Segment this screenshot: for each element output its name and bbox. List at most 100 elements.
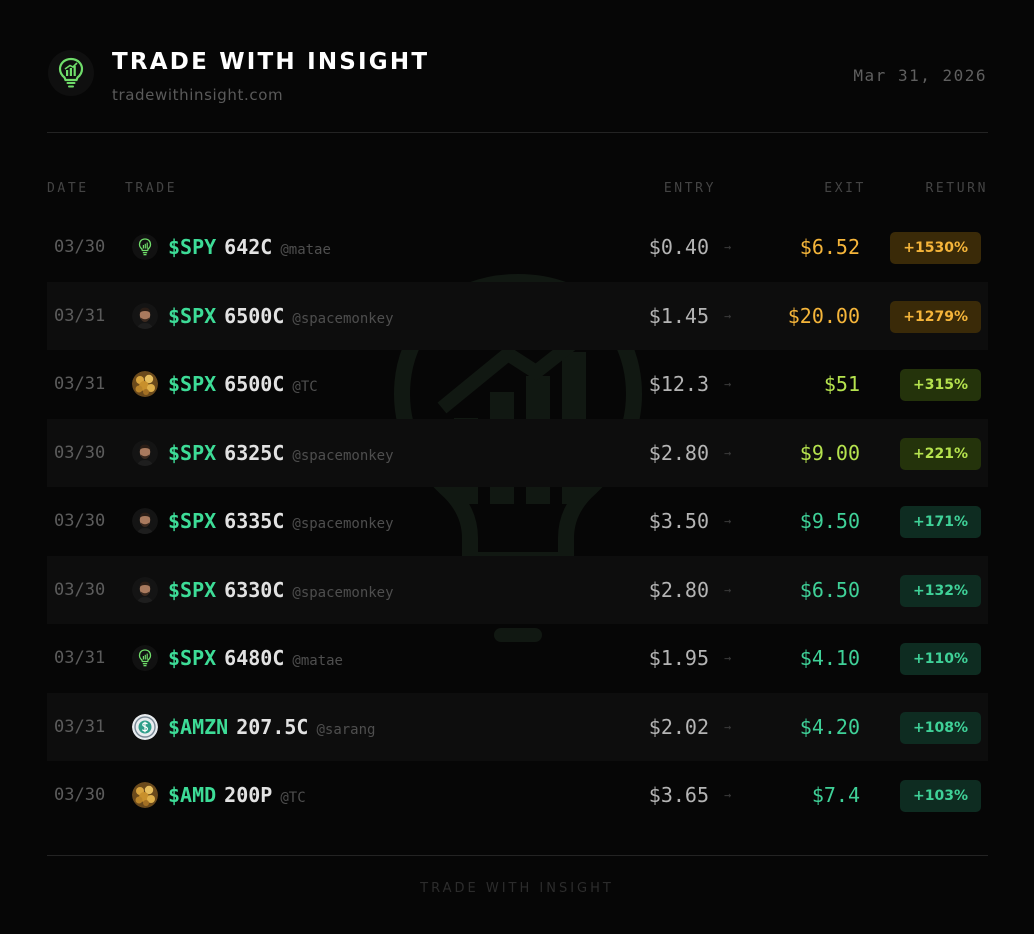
- return-badge: +103%: [900, 780, 981, 813]
- arrow-right-icon: →: [724, 582, 732, 597]
- brand-title: TRADE WITH INSIGHT: [112, 49, 430, 75]
- trader-handle[interactable]: @spacemonkey: [292, 516, 393, 532]
- trader-handle[interactable]: @matae: [292, 653, 343, 669]
- ticker-symbol: $SPX: [168, 577, 217, 602]
- trade-row[interactable]: 03/30 $SPX 6335C @spacemonkey $3.50 → $9.50 +17…: [47, 487, 988, 556]
- entry-price: $3.50: [648, 509, 709, 534]
- ticker-symbol: $SPX: [168, 303, 217, 328]
- ticker-symbol: $SPX: [168, 440, 217, 465]
- column-header-return: RETURN: [925, 181, 988, 196]
- arrow-right-icon: →: [724, 308, 732, 323]
- exit-price: $4.10: [799, 646, 860, 671]
- trade-description: $AMZN 207.5C @sarang: [168, 715, 375, 739]
- strike-contract: 6325C: [224, 440, 285, 465]
- trader-handle[interactable]: @TC: [292, 379, 317, 395]
- return-badge: +1530%: [890, 232, 981, 265]
- arrow-right-icon: →: [724, 377, 732, 392]
- trade-description: $SPX 6500C @spacemonkey: [168, 304, 394, 328]
- trade-description: $SPY 642C @matae: [168, 235, 331, 259]
- bulb-avatar-icon: [132, 645, 158, 672]
- trade-row[interactable]: 03/30 $AMD 200P @TC $3.65 → $7.4 +103%: [47, 761, 988, 830]
- exit-price: $51: [823, 372, 860, 397]
- trader-handle[interactable]: @spacemonkey: [292, 311, 393, 327]
- ticker-symbol: $SPX: [168, 509, 217, 534]
- exit-price: $6.50: [799, 577, 860, 602]
- trade-date: 03/30: [54, 785, 106, 806]
- trade-row[interactable]: 03/31 $SPX 6500C @TC $12.3 → $51 +315%: [47, 350, 988, 419]
- ticker-symbol: $SPY: [168, 235, 217, 260]
- arrow-right-icon: →: [724, 651, 732, 666]
- trader-handle[interactable]: @spacemonkey: [292, 585, 393, 601]
- trades-table: 03/30 $SPY 642C @matae $0.40 → $6.52 +1530% 03/3…: [47, 213, 988, 830]
- footer-divider: [47, 855, 988, 856]
- entry-price: $2.80: [648, 440, 709, 465]
- exit-price: $7.4: [811, 783, 860, 808]
- strike-contract: 6480C: [224, 646, 285, 671]
- trade-date: 03/30: [54, 511, 106, 532]
- arrow-right-icon: →: [724, 719, 732, 734]
- entry-price: $1.95: [648, 646, 709, 671]
- trade-description: $SPX 6480C @matae: [168, 646, 343, 670]
- report-date: Mar 31, 2026: [853, 66, 987, 85]
- trade-row[interactable]: 03/30 $SPY 642C @matae $0.40 → $6.52 +1530%: [47, 213, 988, 282]
- trade-date: 03/30: [54, 237, 106, 258]
- strike-contract: 200P: [224, 783, 273, 808]
- trade-date: 03/31: [54, 648, 106, 669]
- strike-contract: 6330C: [224, 577, 285, 602]
- entry-price: $1.45: [648, 303, 709, 328]
- return-badge: +171%: [900, 506, 981, 539]
- gold-avatar-icon: [132, 371, 158, 398]
- brand-url[interactable]: tradewithinsight.com: [112, 86, 283, 104]
- exit-price: $4.20: [799, 714, 860, 739]
- ticker-symbol: $SPX: [168, 372, 217, 397]
- trade-description: $AMD 200P @TC: [168, 783, 306, 807]
- arrow-right-icon: →: [724, 788, 732, 803]
- entry-price: $3.65: [648, 783, 709, 808]
- trader-handle[interactable]: @sarang: [316, 722, 375, 738]
- trade-row[interactable]: 03/30 $SPX 6330C @spacemonkey $2.80 → $6.50 +13…: [47, 555, 988, 624]
- bulb-avatar-icon: [132, 234, 158, 261]
- return-badge: +108%: [900, 711, 981, 744]
- trade-description: $SPX 6335C @spacemonkey: [168, 509, 394, 533]
- ticker-symbol: $AMD: [168, 783, 217, 808]
- trade-description: $SPX 6500C @TC: [168, 372, 318, 396]
- return-badge: +132%: [900, 574, 981, 607]
- trade-row[interactable]: 03/30 $SPX 6325C @spacemonkey $2.80 → $9.00 +22…: [47, 418, 988, 487]
- arrow-right-icon: →: [724, 240, 732, 255]
- person-avatar-icon: [132, 508, 158, 535]
- ticker-symbol: $SPX: [168, 646, 217, 671]
- entry-price: $2.80: [648, 577, 709, 602]
- header-divider: [47, 132, 988, 133]
- trade-date: 03/31: [54, 374, 106, 395]
- strike-contract: 207.5C: [236, 714, 309, 739]
- entry-price: $0.40: [648, 235, 709, 260]
- return-badge: +1279%: [890, 300, 981, 333]
- strike-contract: 642C: [224, 235, 273, 260]
- lightbulb-chart-icon: [58, 57, 84, 88]
- column-header-entry: ENTRY: [663, 181, 716, 196]
- gold-avatar-icon: [132, 782, 158, 809]
- brand-logo: [48, 50, 94, 96]
- strike-contract: 6500C: [224, 372, 285, 397]
- entry-price: $12.3: [648, 372, 709, 397]
- trade-date: 03/30: [54, 442, 106, 463]
- trader-handle[interactable]: @matae: [280, 242, 331, 258]
- entry-price: $2.02: [648, 714, 709, 739]
- return-badge: +110%: [900, 643, 981, 676]
- trade-row[interactable]: 03/31 $SPX 6500C @spacemonkey $1.45 → $20.00 +1…: [47, 281, 988, 350]
- trade-row[interactable]: 03/31 $SPX 6480C @matae $1.95 → $4.10 +110%: [47, 624, 988, 693]
- exit-price: $9.00: [799, 440, 860, 465]
- person-avatar-icon: [132, 576, 158, 603]
- exit-price: $9.50: [799, 509, 860, 534]
- ticker-symbol: $AMZN: [168, 714, 229, 739]
- trader-handle[interactable]: @spacemonkey: [292, 448, 393, 464]
- exit-price: $20.00: [787, 303, 860, 328]
- trader-handle[interactable]: @TC: [280, 790, 305, 806]
- strike-contract: 6500C: [224, 303, 285, 328]
- trade-date: 03/31: [54, 716, 106, 737]
- arrow-right-icon: →: [724, 445, 732, 460]
- trade-description: $SPX 6325C @spacemonkey: [168, 441, 394, 465]
- footer-brand: TRADE WITH INSIGHT: [420, 881, 614, 896]
- trade-row[interactable]: 03/31 $AMZN 207.5C @sarang $2.02 → $4.20 +108%: [47, 692, 988, 761]
- person-avatar-icon: [132, 439, 158, 466]
